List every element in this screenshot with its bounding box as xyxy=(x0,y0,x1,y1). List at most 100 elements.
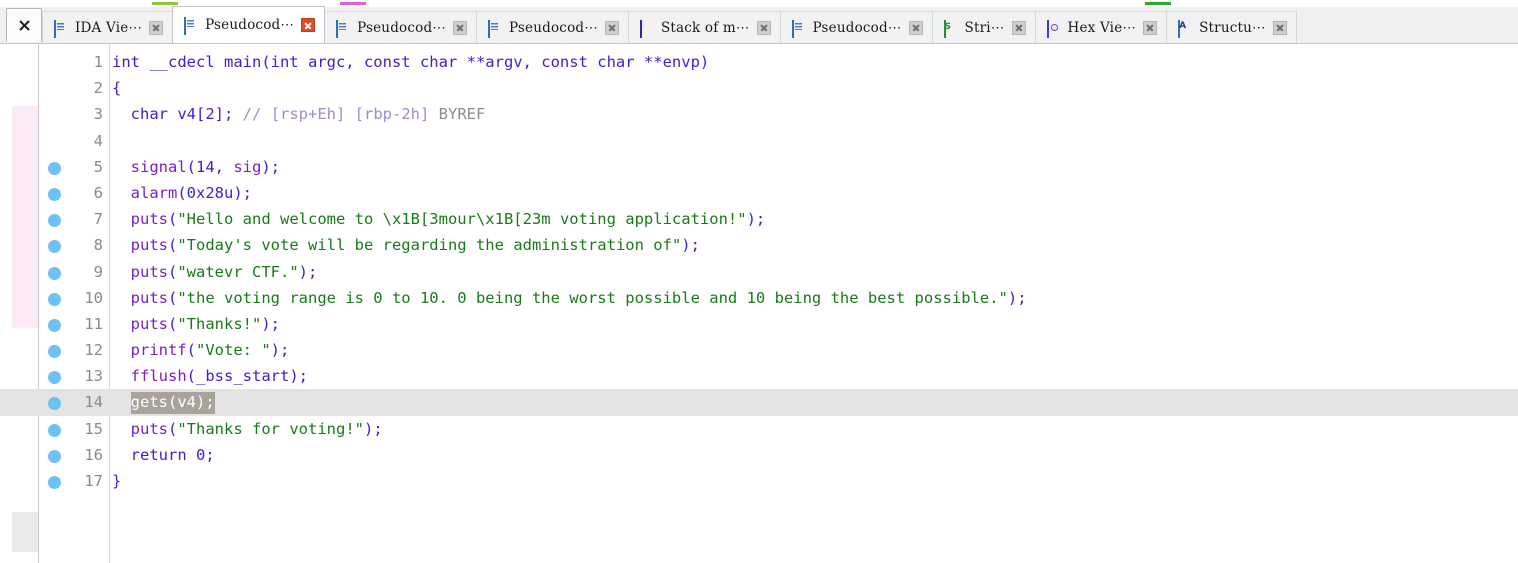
code-line-text[interactable]: gets(v4); xyxy=(112,389,215,415)
code-token-cmtb: [rsp+Eh] [rbp-2h] xyxy=(270,105,430,124)
code-token-kw: ); xyxy=(270,341,290,360)
code-line-text[interactable]: puts("Thanks!"); xyxy=(112,311,280,337)
code-line-text[interactable]: } xyxy=(112,468,121,494)
code-line-row[interactable]: 13 fflush(_bss_start); xyxy=(0,363,1518,389)
code-token-fn: puts xyxy=(130,210,168,229)
line-number: 6 xyxy=(93,183,103,202)
code-line-row[interactable]: 14 gets(v4); xyxy=(0,389,1518,416)
line-number: 8 xyxy=(93,236,103,255)
close-all-tabs-button[interactable] xyxy=(6,8,42,42)
document-icon xyxy=(488,19,502,38)
code-token-fn: fflush xyxy=(130,367,187,386)
tab-7[interactable]: Hex Vie⋯ xyxy=(1034,11,1168,43)
code-line-row[interactable]: 2{ xyxy=(0,75,1518,101)
code-token-cmt xyxy=(261,105,270,123)
code-token-str: "Vote: " xyxy=(196,341,271,360)
code-line-row[interactable]: 6 alarm(0x28u); xyxy=(0,180,1518,206)
tab-close-icon[interactable] xyxy=(1011,20,1026,35)
code-token-str: "the voting range is 0 to 10. 0 being th… xyxy=(177,288,1008,307)
code-line-row[interactable]: 11 puts("Thanks!"); xyxy=(0,311,1518,337)
code-token-kw: ( xyxy=(168,236,178,255)
code-line-row[interactable]: 1 int __cdecl main(int argc, const char *… xyxy=(0,49,1518,75)
document-icon xyxy=(791,19,806,38)
code-line-text[interactable]: alarm(0x28u); xyxy=(112,180,252,206)
code-token-str: "Today's vote will be regarding the admi… xyxy=(177,236,682,255)
code-token-kw: return 0; xyxy=(112,445,215,464)
code-line-row[interactable]: 5 signal(14, sig); xyxy=(0,154,1518,180)
code-token-plain: main xyxy=(223,53,262,71)
tab-close-icon[interactable] xyxy=(908,20,923,35)
stack-icon xyxy=(639,19,654,38)
code-line-row[interactable]: 8 puts("Today's vote will be regarding t… xyxy=(0,232,1518,258)
code-line-text[interactable]: int __cdecl main(int argc, const char **… xyxy=(112,49,709,75)
code-token-plain: (int argc, const char **argv, const char… xyxy=(261,53,710,71)
line-number: 5 xyxy=(93,157,103,176)
tab-0[interactable]: IDA Vie⋯ xyxy=(42,11,174,43)
code-line-text[interactable]: fflush(_bss_start); xyxy=(112,363,308,389)
code-token-fn: puts xyxy=(130,314,168,333)
tab-label: Stri⋯ xyxy=(964,19,1005,36)
code-line-row[interactable]: 17} xyxy=(0,468,1518,494)
tab-label: Hex Vie⋯ xyxy=(1067,19,1137,36)
code-line-row[interactable]: 9 puts("watevr CTF."); xyxy=(0,259,1518,285)
tab-close-icon[interactable] xyxy=(149,20,164,35)
code-token-fn: puts xyxy=(130,262,168,281)
line-number: 15 xyxy=(84,419,103,438)
code-line-text[interactable]: puts("the voting range is 0 to 10. 0 bei… xyxy=(112,285,1027,311)
tab-6[interactable]: Stri⋯ xyxy=(931,11,1036,43)
line-number: 3 xyxy=(93,105,103,124)
code-token-kw: ( xyxy=(168,288,178,307)
code-token-cmt: BYREF xyxy=(429,105,486,124)
line-number: 16 xyxy=(84,445,103,464)
tab-close-icon[interactable] xyxy=(453,20,467,35)
code-line-text[interactable]: puts("watevr CTF."); xyxy=(112,259,318,285)
code-line-text[interactable]: { xyxy=(112,75,121,101)
tab-2[interactable]: Pseudocod⋯ xyxy=(324,11,477,43)
code-token-fn: puts xyxy=(130,419,168,438)
tab-close-icon[interactable] xyxy=(301,18,316,32)
tab-5[interactable]: Pseudocod⋯ xyxy=(779,11,933,43)
tab-4[interactable]: Stack of m⋯ xyxy=(627,11,781,43)
tick-marker-1 xyxy=(152,2,178,5)
code-line-row[interactable]: 12 printf("Vote: "); xyxy=(0,337,1518,363)
code-token-kw: ( xyxy=(186,341,197,360)
tab-8[interactable]: Structu⋯ xyxy=(1166,11,1297,43)
code-line-text[interactable]: puts("Thanks for voting!"); xyxy=(112,416,383,442)
code-line-row[interactable]: 7 puts("Hello and welcome to \x1B[3mour\… xyxy=(0,206,1518,232)
code-line-text[interactable]: return 0; xyxy=(112,442,215,468)
tab-close-icon[interactable] xyxy=(1272,20,1287,35)
code-token-str: "watevr CTF." xyxy=(177,262,299,281)
line-number: 12 xyxy=(84,341,103,360)
code-line-text[interactable]: char v4[2]; // [rsp+Eh] [rbp-2h] BYREF xyxy=(112,101,486,127)
tab-close-icon[interactable] xyxy=(756,20,771,35)
code-token-fn: puts xyxy=(130,288,168,307)
code-line-row[interactable]: 3 char v4[2]; // [rsp+Eh] [rbp-2h] BYREF xyxy=(0,101,1518,127)
code-line-text[interactable]: puts("Today's vote will be regarding the… xyxy=(112,232,700,258)
structures-icon xyxy=(1178,19,1192,38)
close-icon xyxy=(18,20,30,31)
code-token-kw: ); xyxy=(261,314,281,333)
code-token-kw: (_bss_start); xyxy=(186,367,308,386)
code-token-kw: ); xyxy=(261,157,281,176)
tab-close-icon[interactable] xyxy=(1143,20,1158,35)
tab-3[interactable]: Pseudocod⋯ xyxy=(476,11,629,43)
tab-close-icon[interactable] xyxy=(604,20,619,35)
code-line-text[interactable]: signal(14, sig); xyxy=(112,154,280,180)
tab-1[interactable]: Pseudocod⋯ xyxy=(172,6,326,43)
tab-label: Structu⋯ xyxy=(1199,19,1266,36)
code-token-kw: ; xyxy=(224,105,243,124)
code-line-row[interactable]: 4 xyxy=(0,128,1518,154)
code-line-row[interactable]: 16 return 0; xyxy=(0,442,1518,468)
code-token-pun: { xyxy=(112,79,122,98)
line-number: 7 xyxy=(93,210,103,229)
code-line-row[interactable]: 10 puts("the voting range is 0 to 10. 0 … xyxy=(0,285,1518,311)
code-line-row[interactable]: 15 puts("Thanks for voting!"); xyxy=(0,416,1518,442)
code-line-text[interactable]: puts("Hello and welcome to \x1B[3mour\x1… xyxy=(112,206,766,232)
code-line-text[interactable]: printf("Vote: "); xyxy=(112,337,290,363)
